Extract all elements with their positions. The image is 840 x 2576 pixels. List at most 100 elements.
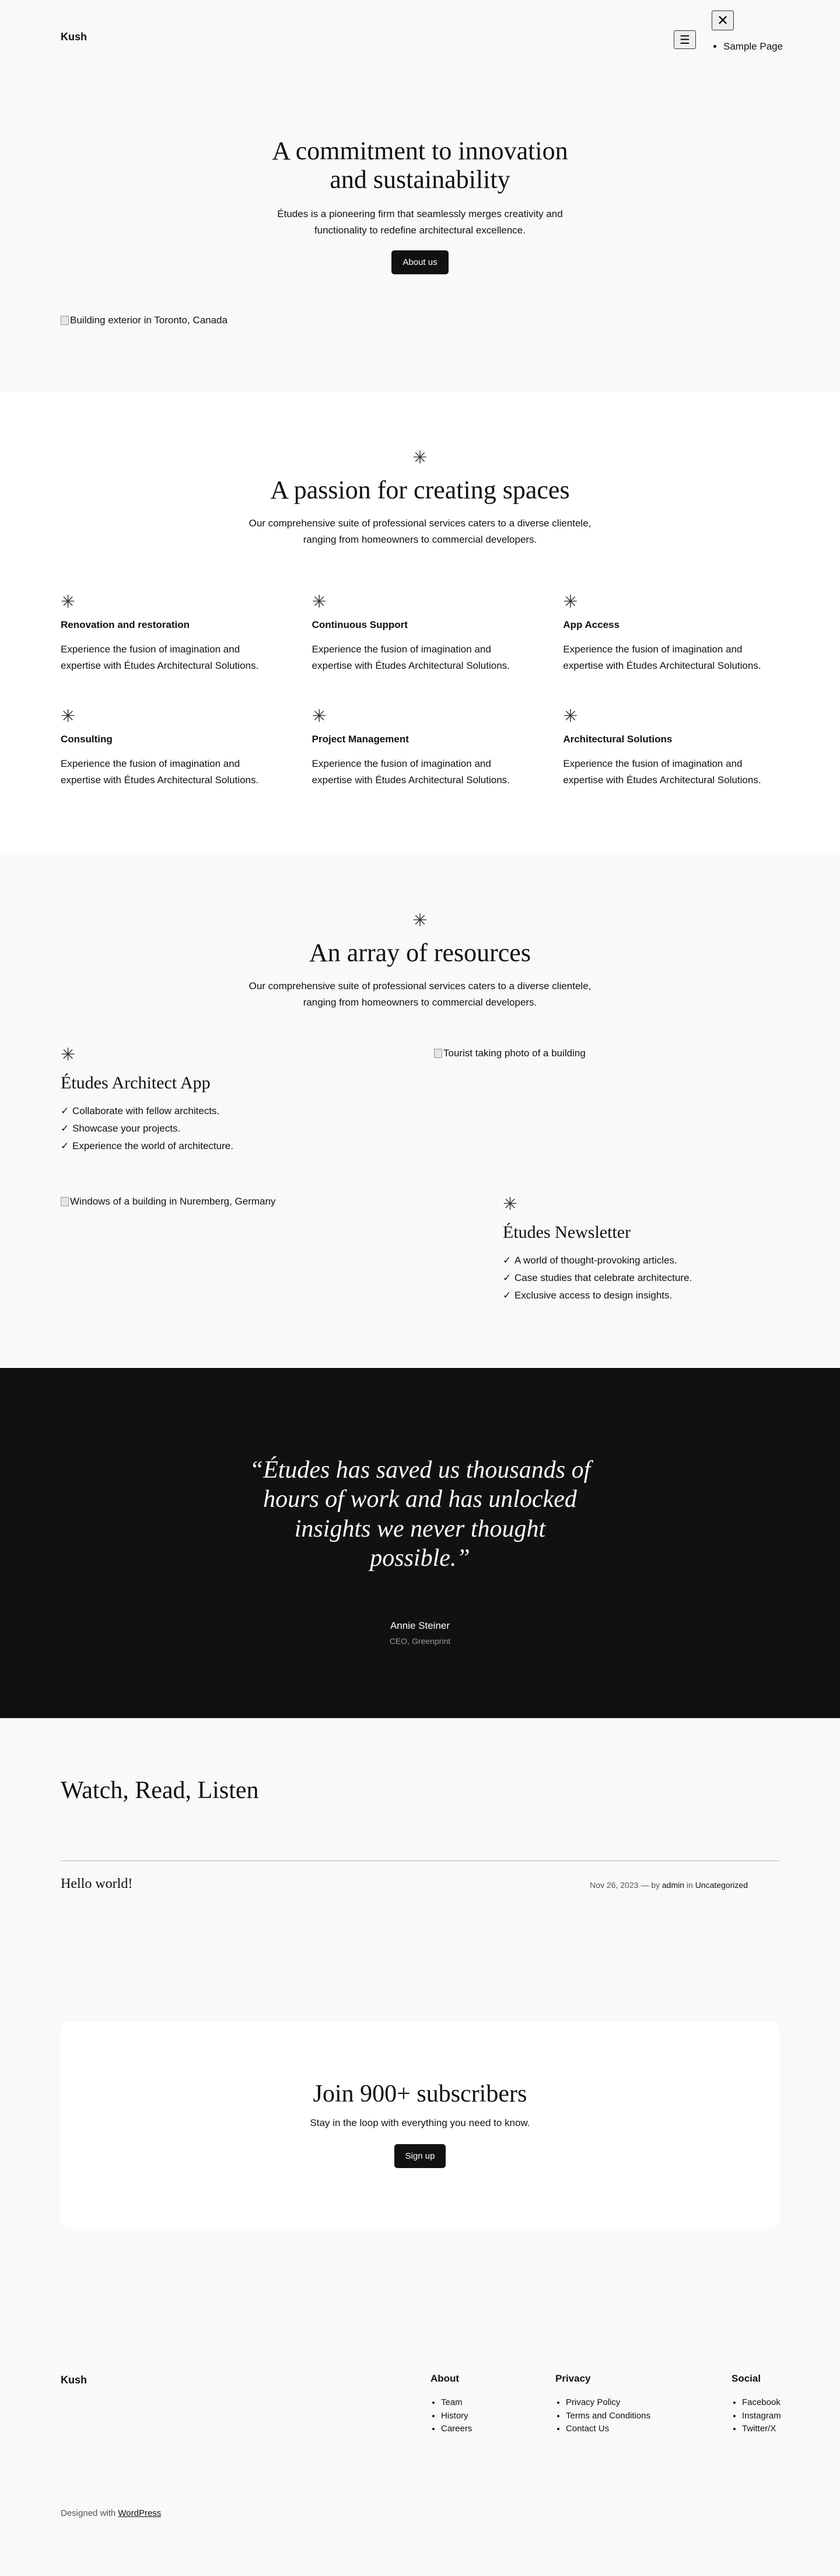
footer-site-title[interactable]: Kush xyxy=(61,2374,87,2386)
footer-link[interactable]: Terms and Conditions xyxy=(566,2410,650,2423)
hamburger-icon: ☰ xyxy=(680,33,690,47)
wordpress-link[interactable]: WordPress xyxy=(118,2508,161,2518)
feature-item: ✳ Project Management Experience the fusi… xyxy=(312,708,528,788)
newsletter-title: Études Newsletter xyxy=(503,1223,631,1242)
asterisk-icon: ✳ xyxy=(503,1195,518,1214)
feature-title: Renovation and restoration xyxy=(61,619,190,631)
post-by: — by xyxy=(640,1880,660,1890)
resources-section: ✳ An array of resources Our comprehensiv… xyxy=(0,855,840,1368)
footer-credits: Designed with WordPress xyxy=(61,2508,162,2518)
asterisk-icon: ✳ xyxy=(61,707,76,727)
list-item: ✓ A world of thought-provoking articles. xyxy=(503,1252,692,1269)
footer-heading: About xyxy=(430,2373,460,2384)
check-icon: ✓ xyxy=(503,1255,512,1266)
site-header: Kush ☰ ✕ Sample Page xyxy=(0,0,840,78)
hero-text: Études is a pioneering firm that seamles… xyxy=(277,208,563,236)
post-category[interactable]: Uncategorized xyxy=(695,1880,748,1890)
sign-up-button[interactable]: Sign up xyxy=(394,2144,446,2168)
footer-link[interactable]: Careers xyxy=(441,2423,472,2436)
posts-section: Watch, Read, Listen Hello world! Nov 26,… xyxy=(0,1718,840,2022)
menu-open-button[interactable]: ☰ xyxy=(674,30,696,49)
site-footer: Kush About Team History Careers Privacy … xyxy=(0,2371,840,2575)
list-item: ✓ Collaborate with fellow architects. xyxy=(61,1102,233,1120)
post-item: Hello world! Nov 26, 2023 — by admin in … xyxy=(61,1876,779,1892)
resources-subtitle: Our comprehensive suite of professional … xyxy=(249,980,592,1008)
services-subtitle: Our comprehensive suite of professional … xyxy=(249,518,592,546)
footer-link[interactable]: History xyxy=(441,2410,472,2423)
footer-column-social: Social Facebook Instagram Twitter/X xyxy=(732,2373,781,2436)
feature-text: Experience the fusion of imagination and… xyxy=(61,758,259,786)
asterisk-icon: ✳ xyxy=(61,1045,76,1064)
feature-title: Consulting xyxy=(61,734,113,745)
newsletter-block: ✳ Études Newsletter ✓ A world of thought-… xyxy=(503,1196,692,1304)
footer-link[interactable]: Team xyxy=(441,2396,472,2410)
subscribe-title: Join 900+ subscribers xyxy=(313,2081,527,2107)
asterisk-icon: ✳ xyxy=(563,707,578,727)
feature-text: Experience the fusion of imagination and… xyxy=(61,644,259,672)
footer-link[interactable]: Instagram xyxy=(742,2410,781,2423)
footer-link[interactable]: Facebook xyxy=(742,2396,781,2410)
nav-item-sample-page[interactable]: Sample Page xyxy=(723,41,783,53)
footer-column-about: About Team History Careers xyxy=(430,2373,472,2436)
app-image-alt: Tourist taking photo of a building xyxy=(443,1048,586,1059)
footer-heading: Social xyxy=(732,2373,761,2384)
asterisk-icon: ✳ xyxy=(312,592,327,612)
services-section: ✳ A passion for creating spaces Our comp… xyxy=(0,392,840,855)
feature-text: Experience the fusion of imagination and… xyxy=(563,758,761,786)
broken-image-icon xyxy=(61,316,69,325)
app-image: Tourist taking photo of a building xyxy=(434,1048,586,1059)
hero-title: A commitment to innovation and sustainab… xyxy=(272,137,568,194)
services-title: A passion for creating spaces xyxy=(270,476,570,504)
footer-link[interactable]: Privacy Policy xyxy=(566,2396,650,2410)
post-date[interactable]: Nov 26, 2023 xyxy=(590,1880,638,1890)
footer-link[interactable]: Twitter/X xyxy=(742,2423,781,2436)
testimonial-quote: “Études has saved us thousands of hours … xyxy=(249,1457,591,1572)
newsletter-image: Windows of a building in Nuremberg, Germ… xyxy=(61,1196,275,1207)
hero-image: Building exterior in Toronto, Canada xyxy=(61,315,228,326)
post-author[interactable]: admin xyxy=(662,1880,684,1890)
feature-title: Project Management xyxy=(312,734,409,745)
check-icon: ✓ xyxy=(503,1272,512,1283)
feature-item: ✳ Architectural Solutions Experience the… xyxy=(563,708,779,788)
newsletter-list: ✓ A world of thought-provoking articles. … xyxy=(503,1252,692,1304)
footer-link[interactable]: Contact Us xyxy=(566,2423,650,2436)
hero-image-alt: Building exterior in Toronto, Canada xyxy=(70,315,228,326)
footer-column-privacy: Privacy Privacy Policy Terms and Conditi… xyxy=(555,2373,650,2436)
feature-item: ✳ App Access Experience the fusion of im… xyxy=(563,594,779,674)
asterisk-icon: ✳ xyxy=(61,592,76,612)
close-icon: ✕ xyxy=(716,12,729,29)
list-item: ✓ Experience the world of architecture. xyxy=(61,1137,233,1155)
newsletter-image-alt: Windows of a building in Nuremberg, Germ… xyxy=(70,1196,276,1207)
resources-title: An array of resources xyxy=(309,938,531,967)
subscribe-section: Join 900+ subscribers Stay in the loop w… xyxy=(0,2022,840,2371)
posts-title: Watch, Read, Listen xyxy=(61,1777,259,1804)
asterisk-icon: ✳ xyxy=(412,911,428,930)
broken-image-icon xyxy=(434,1049,442,1058)
testimonial-role: CEO, Greenprint xyxy=(389,1636,451,1646)
feature-title: Architectural Solutions xyxy=(563,734,673,745)
app-block: ✳ Études Architect App ✓ Collaborate with… xyxy=(61,1046,233,1154)
site-title[interactable]: Kush xyxy=(61,31,87,43)
post-title[interactable]: Hello world! xyxy=(61,1876,132,1892)
feature-text: Experience the fusion of imagination and… xyxy=(563,644,761,672)
footer-heading: Privacy xyxy=(555,2373,591,2384)
feature-title: App Access xyxy=(563,619,620,631)
check-icon: ✓ xyxy=(61,1140,69,1151)
feature-item: ✳ Consulting Experience the fusion of im… xyxy=(61,708,277,788)
post-in: in xyxy=(686,1880,693,1890)
feature-title: Continuous Support xyxy=(312,619,408,631)
testimonial-author: Annie Steiner xyxy=(390,1619,450,1631)
feature-item: ✳ Continuous Support Experience the fusi… xyxy=(312,594,528,674)
hero-section: A commitment to innovation and sustainab… xyxy=(0,78,840,392)
check-icon: ✓ xyxy=(61,1122,69,1134)
nav-menu: Sample Page xyxy=(713,41,783,53)
post-meta: Nov 26, 2023 — by admin in Uncategorized xyxy=(590,1880,748,1890)
menu-close-button[interactable]: ✕ xyxy=(712,11,734,30)
about-us-button[interactable]: About us xyxy=(391,250,449,274)
subscribe-text: Stay in the loop with everything you nee… xyxy=(310,2117,530,2128)
feature-text: Experience the fusion of imagination and… xyxy=(312,644,510,672)
testimonial-section: “Études has saved us thousands of hours … xyxy=(0,1368,840,1718)
feature-text: Experience the fusion of imagination and… xyxy=(312,758,510,786)
check-icon: ✓ xyxy=(61,1105,69,1116)
asterisk-icon: ✳ xyxy=(563,592,578,612)
